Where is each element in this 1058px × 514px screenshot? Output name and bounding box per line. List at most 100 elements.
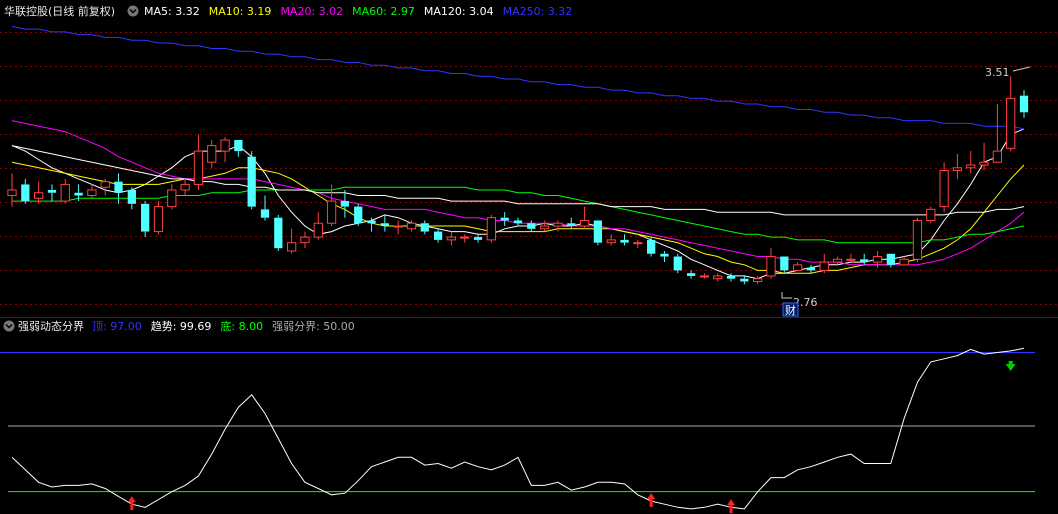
candle-body bbox=[141, 203, 150, 232]
candle bbox=[992, 103, 1002, 163]
candle-body bbox=[500, 217, 509, 221]
candle bbox=[180, 178, 190, 196]
legend-item: MA20: 3.02 bbox=[280, 5, 343, 18]
candle bbox=[260, 195, 270, 221]
candle-body bbox=[260, 209, 270, 218]
candle bbox=[926, 206, 936, 224]
candle-body bbox=[593, 220, 603, 243]
candle-body bbox=[367, 220, 376, 224]
candle-body bbox=[699, 275, 710, 278]
candle-body bbox=[647, 239, 656, 254]
candle-body bbox=[460, 236, 470, 239]
sell-arrow-icon bbox=[1005, 360, 1016, 371]
trend-line bbox=[11, 347, 1025, 510]
candle-body bbox=[606, 239, 616, 244]
candle-body bbox=[912, 219, 923, 260]
legend-item: MA250: 3.32 bbox=[503, 5, 573, 18]
ma-legend: MA5: 3.32 MA10: 3.19 MA20: 3.02 MA60: 2.97 M… bbox=[144, 5, 572, 18]
ma120-line bbox=[11, 145, 1025, 216]
candle-body bbox=[393, 225, 403, 228]
high-price-pointer bbox=[1012, 66, 1031, 72]
legend-item: MA5: 3.32 bbox=[144, 5, 200, 18]
candle bbox=[7, 173, 17, 207]
candle bbox=[21, 178, 30, 204]
candle-body bbox=[21, 184, 30, 202]
candle bbox=[114, 173, 123, 204]
candle bbox=[740, 275, 749, 285]
candle-body bbox=[846, 258, 856, 261]
legend-item: 底: 8.00 bbox=[220, 319, 263, 333]
candle-body bbox=[234, 140, 243, 152]
candle-body bbox=[726, 275, 736, 279]
sub-header: 强弱动态分界 顶: 97.00 趋势: 99.69 底: 8.00 强弱分界: 50.… bbox=[3, 319, 355, 333]
candle-body bbox=[952, 167, 963, 172]
candle bbox=[460, 234, 470, 243]
legend-item: 趋势: 99.69 bbox=[151, 320, 212, 333]
candle-body bbox=[1006, 97, 1016, 149]
candle-body bbox=[114, 181, 123, 193]
indicator-trend bbox=[11, 347, 1025, 510]
candle-body bbox=[193, 150, 204, 185]
candle-body bbox=[207, 145, 217, 163]
candle-body bbox=[860, 259, 869, 263]
candle bbox=[966, 151, 976, 174]
main-settings-icon[interactable] bbox=[127, 5, 139, 17]
candle-body bbox=[433, 231, 443, 240]
candle bbox=[100, 178, 110, 196]
candle-body bbox=[326, 200, 337, 224]
candle bbox=[247, 151, 256, 210]
candle bbox=[593, 220, 603, 246]
candle bbox=[380, 214, 389, 232]
candle-body bbox=[446, 236, 457, 241]
candle-body bbox=[274, 217, 283, 249]
candle-body bbox=[633, 242, 643, 245]
candle bbox=[274, 214, 283, 251]
candle bbox=[340, 189, 350, 218]
legend-item: MA60: 2.97 bbox=[352, 5, 415, 18]
price-annotations: 3.51 2.76 财 bbox=[781, 66, 1031, 317]
candle bbox=[354, 203, 363, 227]
candle-body bbox=[180, 183, 190, 191]
candle bbox=[673, 253, 682, 274]
candle-body bbox=[220, 139, 230, 152]
candle-body bbox=[793, 264, 803, 271]
candle-body bbox=[899, 258, 909, 266]
candle bbox=[234, 140, 243, 157]
fin-badge[interactable]: 财 bbox=[785, 303, 796, 317]
candle-body bbox=[1019, 95, 1029, 113]
candle-body bbox=[7, 189, 17, 197]
candle bbox=[567, 217, 576, 229]
candle-body bbox=[354, 206, 363, 224]
candle bbox=[141, 201, 150, 238]
candle bbox=[47, 184, 57, 202]
sub-settings-icon[interactable] bbox=[3, 320, 15, 332]
indicator-title: 强弱动态分界 bbox=[18, 320, 84, 333]
main-header: 华联控股(日线 前复权) MA5: 3.32 MA10: 3.19 MA20: 3.… bbox=[4, 4, 572, 18]
candle-body bbox=[780, 256, 789, 271]
candle bbox=[540, 220, 550, 232]
candle-body bbox=[966, 164, 976, 169]
candle bbox=[433, 228, 443, 243]
legend-item: MA10: 3.19 bbox=[209, 5, 272, 18]
candle-body bbox=[473, 237, 483, 240]
low-price-pointer bbox=[781, 292, 792, 299]
ma250-line bbox=[11, 25, 1025, 130]
candle bbox=[167, 184, 177, 210]
main-price-grid bbox=[0, 32, 1058, 305]
candle bbox=[952, 153, 963, 179]
indicator-legend: 顶: 97.00 趋势: 99.69 底: 8.00 强弱分界: 50.00 bbox=[92, 319, 355, 333]
candle-body bbox=[100, 181, 110, 188]
candle bbox=[313, 212, 323, 240]
candle bbox=[766, 248, 776, 279]
candle bbox=[647, 237, 656, 257]
indicator-levels bbox=[0, 352, 1035, 493]
candle bbox=[713, 273, 723, 282]
candle-body bbox=[819, 261, 829, 271]
candle-body bbox=[74, 192, 83, 196]
candle-body bbox=[832, 258, 843, 263]
candle bbox=[793, 262, 803, 271]
candle bbox=[34, 181, 44, 204]
high-price-label: 3.51 bbox=[985, 66, 1010, 79]
candle-body bbox=[926, 208, 936, 221]
candle-body bbox=[287, 242, 297, 252]
